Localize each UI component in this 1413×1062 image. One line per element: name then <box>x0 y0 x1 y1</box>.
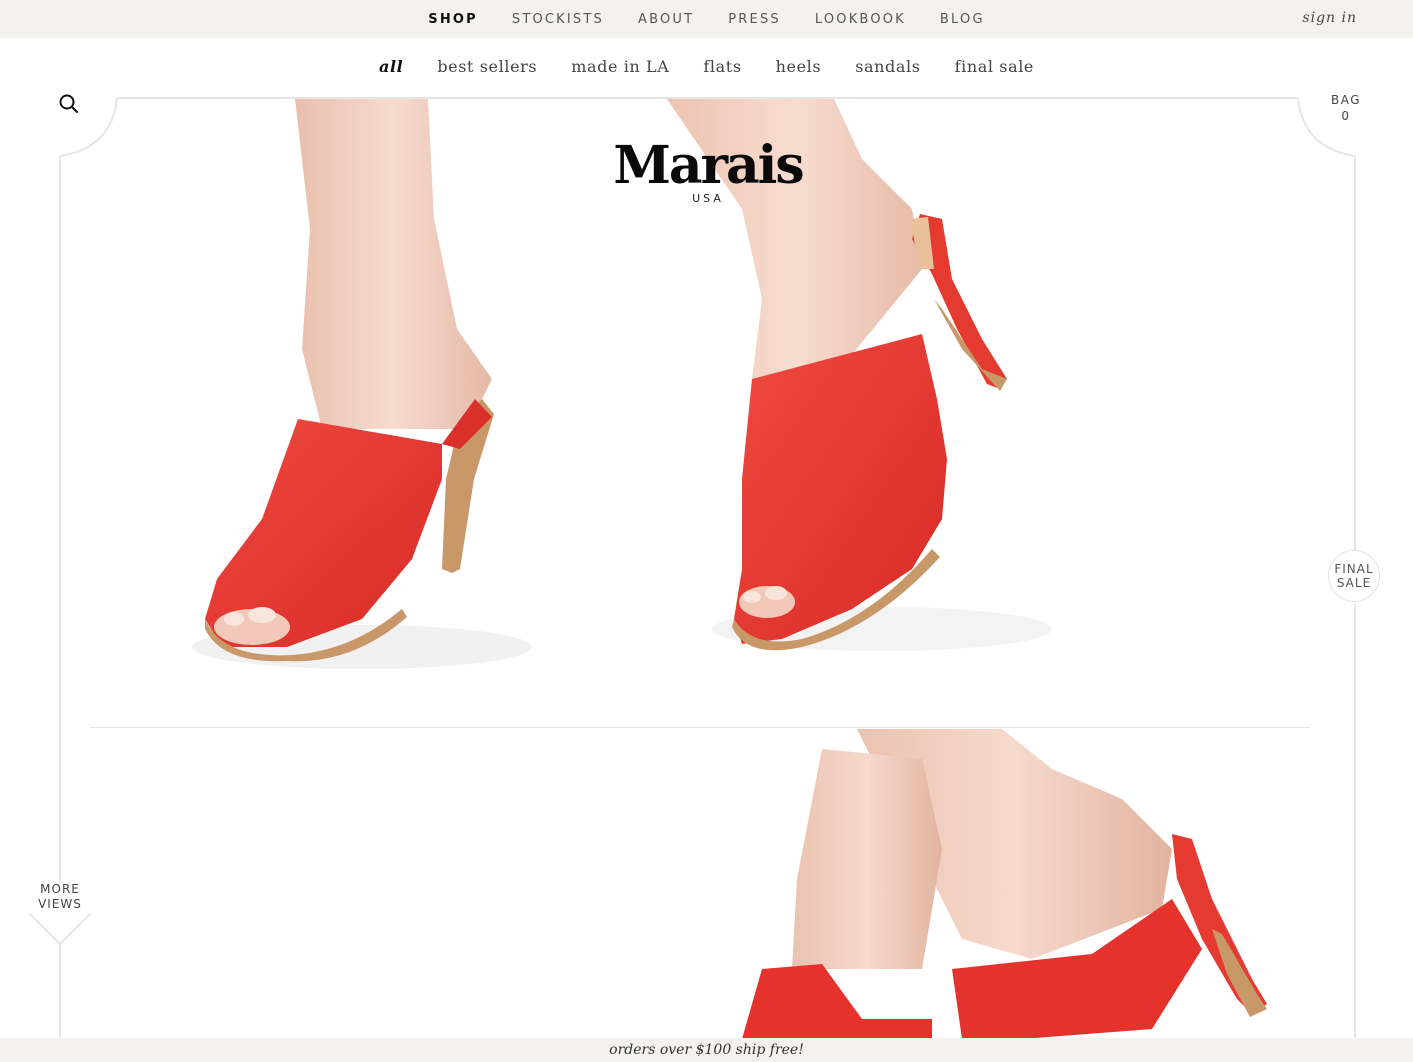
nav-press[interactable]: PRESS <box>711 12 798 27</box>
nav-lookbook[interactable]: LOOKBOOK <box>798 12 923 27</box>
final-sale-line1: FINAL <box>1334 562 1374 576</box>
category-best-sellers[interactable]: best sellers <box>420 57 554 76</box>
category-all[interactable]: all <box>362 57 420 76</box>
search-icon <box>59 94 78 113</box>
category-nav: all best sellers made in LA flats heels … <box>0 48 1413 84</box>
shipping-promo-bar: orders over $100 ship free! <box>0 1038 1413 1062</box>
gallery-divider <box>90 727 1310 728</box>
shipping-promo-text: orders over $100 ship free! <box>609 1042 804 1058</box>
nav-about[interactable]: ABOUT <box>621 12 711 27</box>
brand-sub: USA <box>692 192 724 205</box>
more-views-line1: MORE <box>40 882 80 896</box>
more-views-button[interactable]: MORE VIEWS <box>30 882 90 912</box>
bag-button[interactable]: BAG 0 <box>1320 92 1372 124</box>
category-flats[interactable]: flats <box>686 57 758 76</box>
more-views-line2: VIEWS <box>38 897 82 911</box>
nav-blog[interactable]: BLOG <box>923 12 1002 27</box>
brand-name: Marais <box>613 135 804 196</box>
bag-label: BAG <box>1330 93 1362 107</box>
category-heels[interactable]: heels <box>759 57 839 76</box>
sign-in-link[interactable]: sign in <box>1302 10 1357 26</box>
bag-count: 0 <box>1341 109 1351 123</box>
final-sale-badge: FINAL SALE <box>1328 550 1380 602</box>
category-sandals[interactable]: sandals <box>838 57 937 76</box>
product-image-secondary[interactable] <box>62 729 1354 1039</box>
final-sale-line2: SALE <box>1336 576 1372 590</box>
category-made-in-la[interactable]: made in LA <box>554 57 686 76</box>
product-photo-secondary-illustration <box>742 729 1267 1039</box>
search-button[interactable] <box>57 92 81 116</box>
nav-shop[interactable]: SHOP <box>411 12 495 27</box>
brand-logo[interactable]: Marais USA <box>560 135 856 206</box>
nav-stockists[interactable]: STOCKISTS <box>495 12 621 27</box>
category-final-sale[interactable]: final sale <box>938 57 1051 76</box>
main-nav: SHOP STOCKISTS ABOUT PRESS LOOKBOOK BLOG <box>0 0 1413 38</box>
